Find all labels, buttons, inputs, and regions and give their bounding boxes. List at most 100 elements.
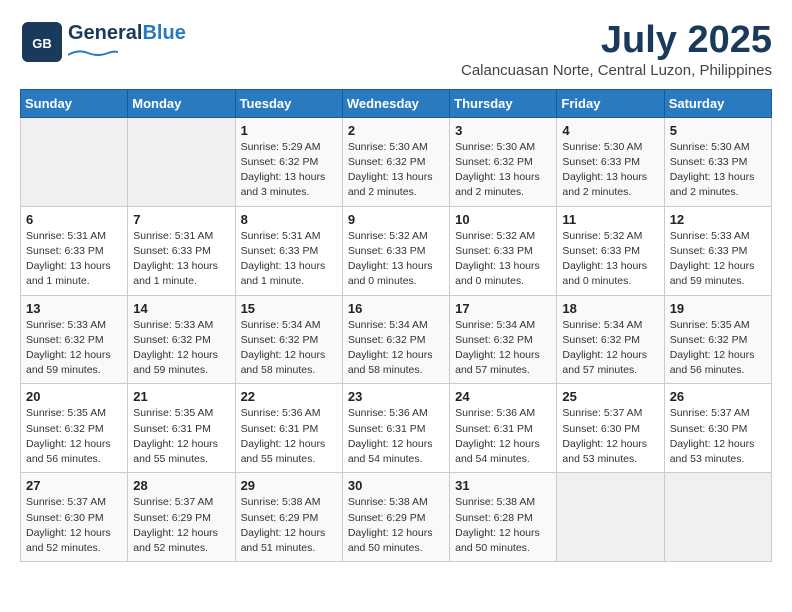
calendar-cell: 30 Sunrise: 5:38 AM Sunset: 6:29 PM Dayli… [342,473,449,562]
day-number: 14 [133,301,229,316]
day-info: Sunrise: 5:38 AM Sunset: 6:29 PM Dayligh… [348,495,444,556]
day-info: Sunrise: 5:36 AM Sunset: 6:31 PM Dayligh… [241,406,337,467]
day-info: Sunrise: 5:31 AM Sunset: 6:33 PM Dayligh… [26,229,122,290]
month-title: July 2025 [461,20,772,62]
svg-text:GB: GB [32,36,52,51]
day-number: 17 [455,301,551,316]
day-number: 18 [562,301,658,316]
day-number: 30 [348,478,444,493]
calendar-cell: 26 Sunrise: 5:37 AM Sunset: 6:30 PM Dayli… [664,384,771,473]
calendar-cell [664,473,771,562]
day-info: Sunrise: 5:32 AM Sunset: 6:33 PM Dayligh… [455,229,551,290]
day-info: Sunrise: 5:29 AM Sunset: 6:32 PM Dayligh… [241,140,337,201]
day-number: 31 [455,478,551,493]
calendar-cell: 13 Sunrise: 5:33 AM Sunset: 6:32 PM Dayli… [21,295,128,384]
calendar-week-row: 20 Sunrise: 5:35 AM Sunset: 6:32 PM Dayli… [21,384,772,473]
logo: GB GeneralBlue [20,20,186,64]
day-number: 13 [26,301,122,316]
day-number: 20 [26,389,122,404]
calendar-cell: 18 Sunrise: 5:34 AM Sunset: 6:32 PM Dayli… [557,295,664,384]
calendar-week-row: 13 Sunrise: 5:33 AM Sunset: 6:32 PM Dayli… [21,295,772,384]
calendar-cell: 31Sunrise: 5:38 AM Sunset: 6:28 PM Dayli… [450,473,557,562]
calendar-cell: 17Sunrise: 5:34 AM Sunset: 6:32 PM Dayli… [450,295,557,384]
day-number: 10 [455,212,551,227]
calendar-cell [557,473,664,562]
calendar-cell: 6Sunrise: 5:31 AM Sunset: 6:33 PM Daylig… [21,206,128,295]
title-block: July 2025 Calancuasan Norte, Central Luz… [461,20,772,79]
day-number: 8 [241,212,337,227]
day-info: Sunrise: 5:33 AM Sunset: 6:33 PM Dayligh… [670,229,766,290]
day-info: Sunrise: 5:30 AM Sunset: 6:32 PM Dayligh… [455,140,551,201]
calendar-week-row: 27 Sunrise: 5:37 AM Sunset: 6:30 PM Dayli… [21,473,772,562]
calendar-cell [128,117,235,206]
location-title: Calancuasan Norte, Central Luzon, Philip… [461,62,772,79]
calendar-cell: 29 Sunrise: 5:38 AM Sunset: 6:29 PM Dayli… [235,473,342,562]
day-number: 26 [670,389,766,404]
day-info: Sunrise: 5:31 AM Sunset: 6:33 PM Dayligh… [241,229,337,290]
weekday-header: Monday [128,89,235,117]
calendar-table: SundayMondayTuesdayWednesdayThursdayFrid… [20,89,772,562]
calendar-body: 1 Sunrise: 5:29 AM Sunset: 6:32 PM Daylig… [21,117,772,561]
day-info: Sunrise: 5:35 AM Sunset: 6:32 PM Dayligh… [26,406,122,467]
calendar-cell: 8 Sunrise: 5:31 AM Sunset: 6:33 PM Daylig… [235,206,342,295]
day-info: Sunrise: 5:36 AM Sunset: 6:31 PM Dayligh… [455,406,551,467]
calendar-cell: 24Sunrise: 5:36 AM Sunset: 6:31 PM Dayli… [450,384,557,473]
calendar-cell: 22Sunrise: 5:36 AM Sunset: 6:31 PM Dayli… [235,384,342,473]
day-number: 1 [241,123,337,138]
day-number: 5 [670,123,766,138]
calendar-cell: 2 Sunrise: 5:30 AM Sunset: 6:32 PM Daylig… [342,117,449,206]
day-number: 28 [133,478,229,493]
day-number: 3 [455,123,551,138]
day-info: Sunrise: 5:37 AM Sunset: 6:30 PM Dayligh… [670,406,766,467]
logo-wave [68,49,118,57]
calendar-cell: 19Sunrise: 5:35 AM Sunset: 6:32 PM Dayli… [664,295,771,384]
calendar-cell: 12 Sunrise: 5:33 AM Sunset: 6:33 PM Dayli… [664,206,771,295]
calendar-cell: 16 Sunrise: 5:34 AM Sunset: 6:32 PM Dayli… [342,295,449,384]
day-info: Sunrise: 5:37 AM Sunset: 6:29 PM Dayligh… [133,495,229,556]
header-row: SundayMondayTuesdayWednesdayThursdayFrid… [21,89,772,117]
day-number: 4 [562,123,658,138]
day-number: 21 [133,389,229,404]
calendar-cell: 25Sunrise: 5:37 AM Sunset: 6:30 PM Dayli… [557,384,664,473]
calendar-cell: 9 Sunrise: 5:32 AM Sunset: 6:33 PM Daylig… [342,206,449,295]
day-info: Sunrise: 5:34 AM Sunset: 6:32 PM Dayligh… [241,318,337,379]
day-info: Sunrise: 5:30 AM Sunset: 6:33 PM Dayligh… [562,140,658,201]
day-number: 27 [26,478,122,493]
day-info: Sunrise: 5:31 AM Sunset: 6:33 PM Dayligh… [133,229,229,290]
day-number: 12 [670,212,766,227]
weekday-header: Sunday [21,89,128,117]
day-number: 15 [241,301,337,316]
day-number: 16 [348,301,444,316]
day-number: 29 [241,478,337,493]
calendar-cell: 10 Sunrise: 5:32 AM Sunset: 6:33 PM Dayli… [450,206,557,295]
day-info: Sunrise: 5:32 AM Sunset: 6:33 PM Dayligh… [348,229,444,290]
day-number: 25 [562,389,658,404]
weekday-header: Saturday [664,89,771,117]
weekday-header: Friday [557,89,664,117]
day-number: 23 [348,389,444,404]
day-info: Sunrise: 5:34 AM Sunset: 6:32 PM Dayligh… [348,318,444,379]
day-info: Sunrise: 5:30 AM Sunset: 6:33 PM Dayligh… [670,140,766,201]
calendar-cell: 1 Sunrise: 5:29 AM Sunset: 6:32 PM Daylig… [235,117,342,206]
day-info: Sunrise: 5:37 AM Sunset: 6:30 PM Dayligh… [26,495,122,556]
calendar-cell: 23 Sunrise: 5:36 AM Sunset: 6:31 PM Dayli… [342,384,449,473]
day-info: Sunrise: 5:36 AM Sunset: 6:31 PM Dayligh… [348,406,444,467]
day-info: Sunrise: 5:30 AM Sunset: 6:32 PM Dayligh… [348,140,444,201]
calendar-cell: 7Sunrise: 5:31 AM Sunset: 6:33 PM Daylig… [128,206,235,295]
day-number: 11 [562,212,658,227]
day-number: 9 [348,212,444,227]
calendar-cell: 5 Sunrise: 5:30 AM Sunset: 6:33 PM Daylig… [664,117,771,206]
day-info: Sunrise: 5:35 AM Sunset: 6:32 PM Dayligh… [670,318,766,379]
page-header: GB GeneralBlue July 2025 Calancuasan Nor… [20,20,772,79]
day-number: 2 [348,123,444,138]
calendar-cell: 27 Sunrise: 5:37 AM Sunset: 6:30 PM Dayli… [21,473,128,562]
day-info: Sunrise: 5:32 AM Sunset: 6:33 PM Dayligh… [562,229,658,290]
day-info: Sunrise: 5:33 AM Sunset: 6:32 PM Dayligh… [26,318,122,379]
calendar-cell: 28 Sunrise: 5:37 AM Sunset: 6:29 PM Dayli… [128,473,235,562]
day-info: Sunrise: 5:38 AM Sunset: 6:29 PM Dayligh… [241,495,337,556]
calendar-cell: 11 Sunrise: 5:32 AM Sunset: 6:33 PM Dayli… [557,206,664,295]
calendar-cell: 21Sunrise: 5:35 AM Sunset: 6:31 PM Dayli… [128,384,235,473]
weekday-header: Wednesday [342,89,449,117]
weekday-header: Thursday [450,89,557,117]
day-info: Sunrise: 5:34 AM Sunset: 6:32 PM Dayligh… [562,318,658,379]
